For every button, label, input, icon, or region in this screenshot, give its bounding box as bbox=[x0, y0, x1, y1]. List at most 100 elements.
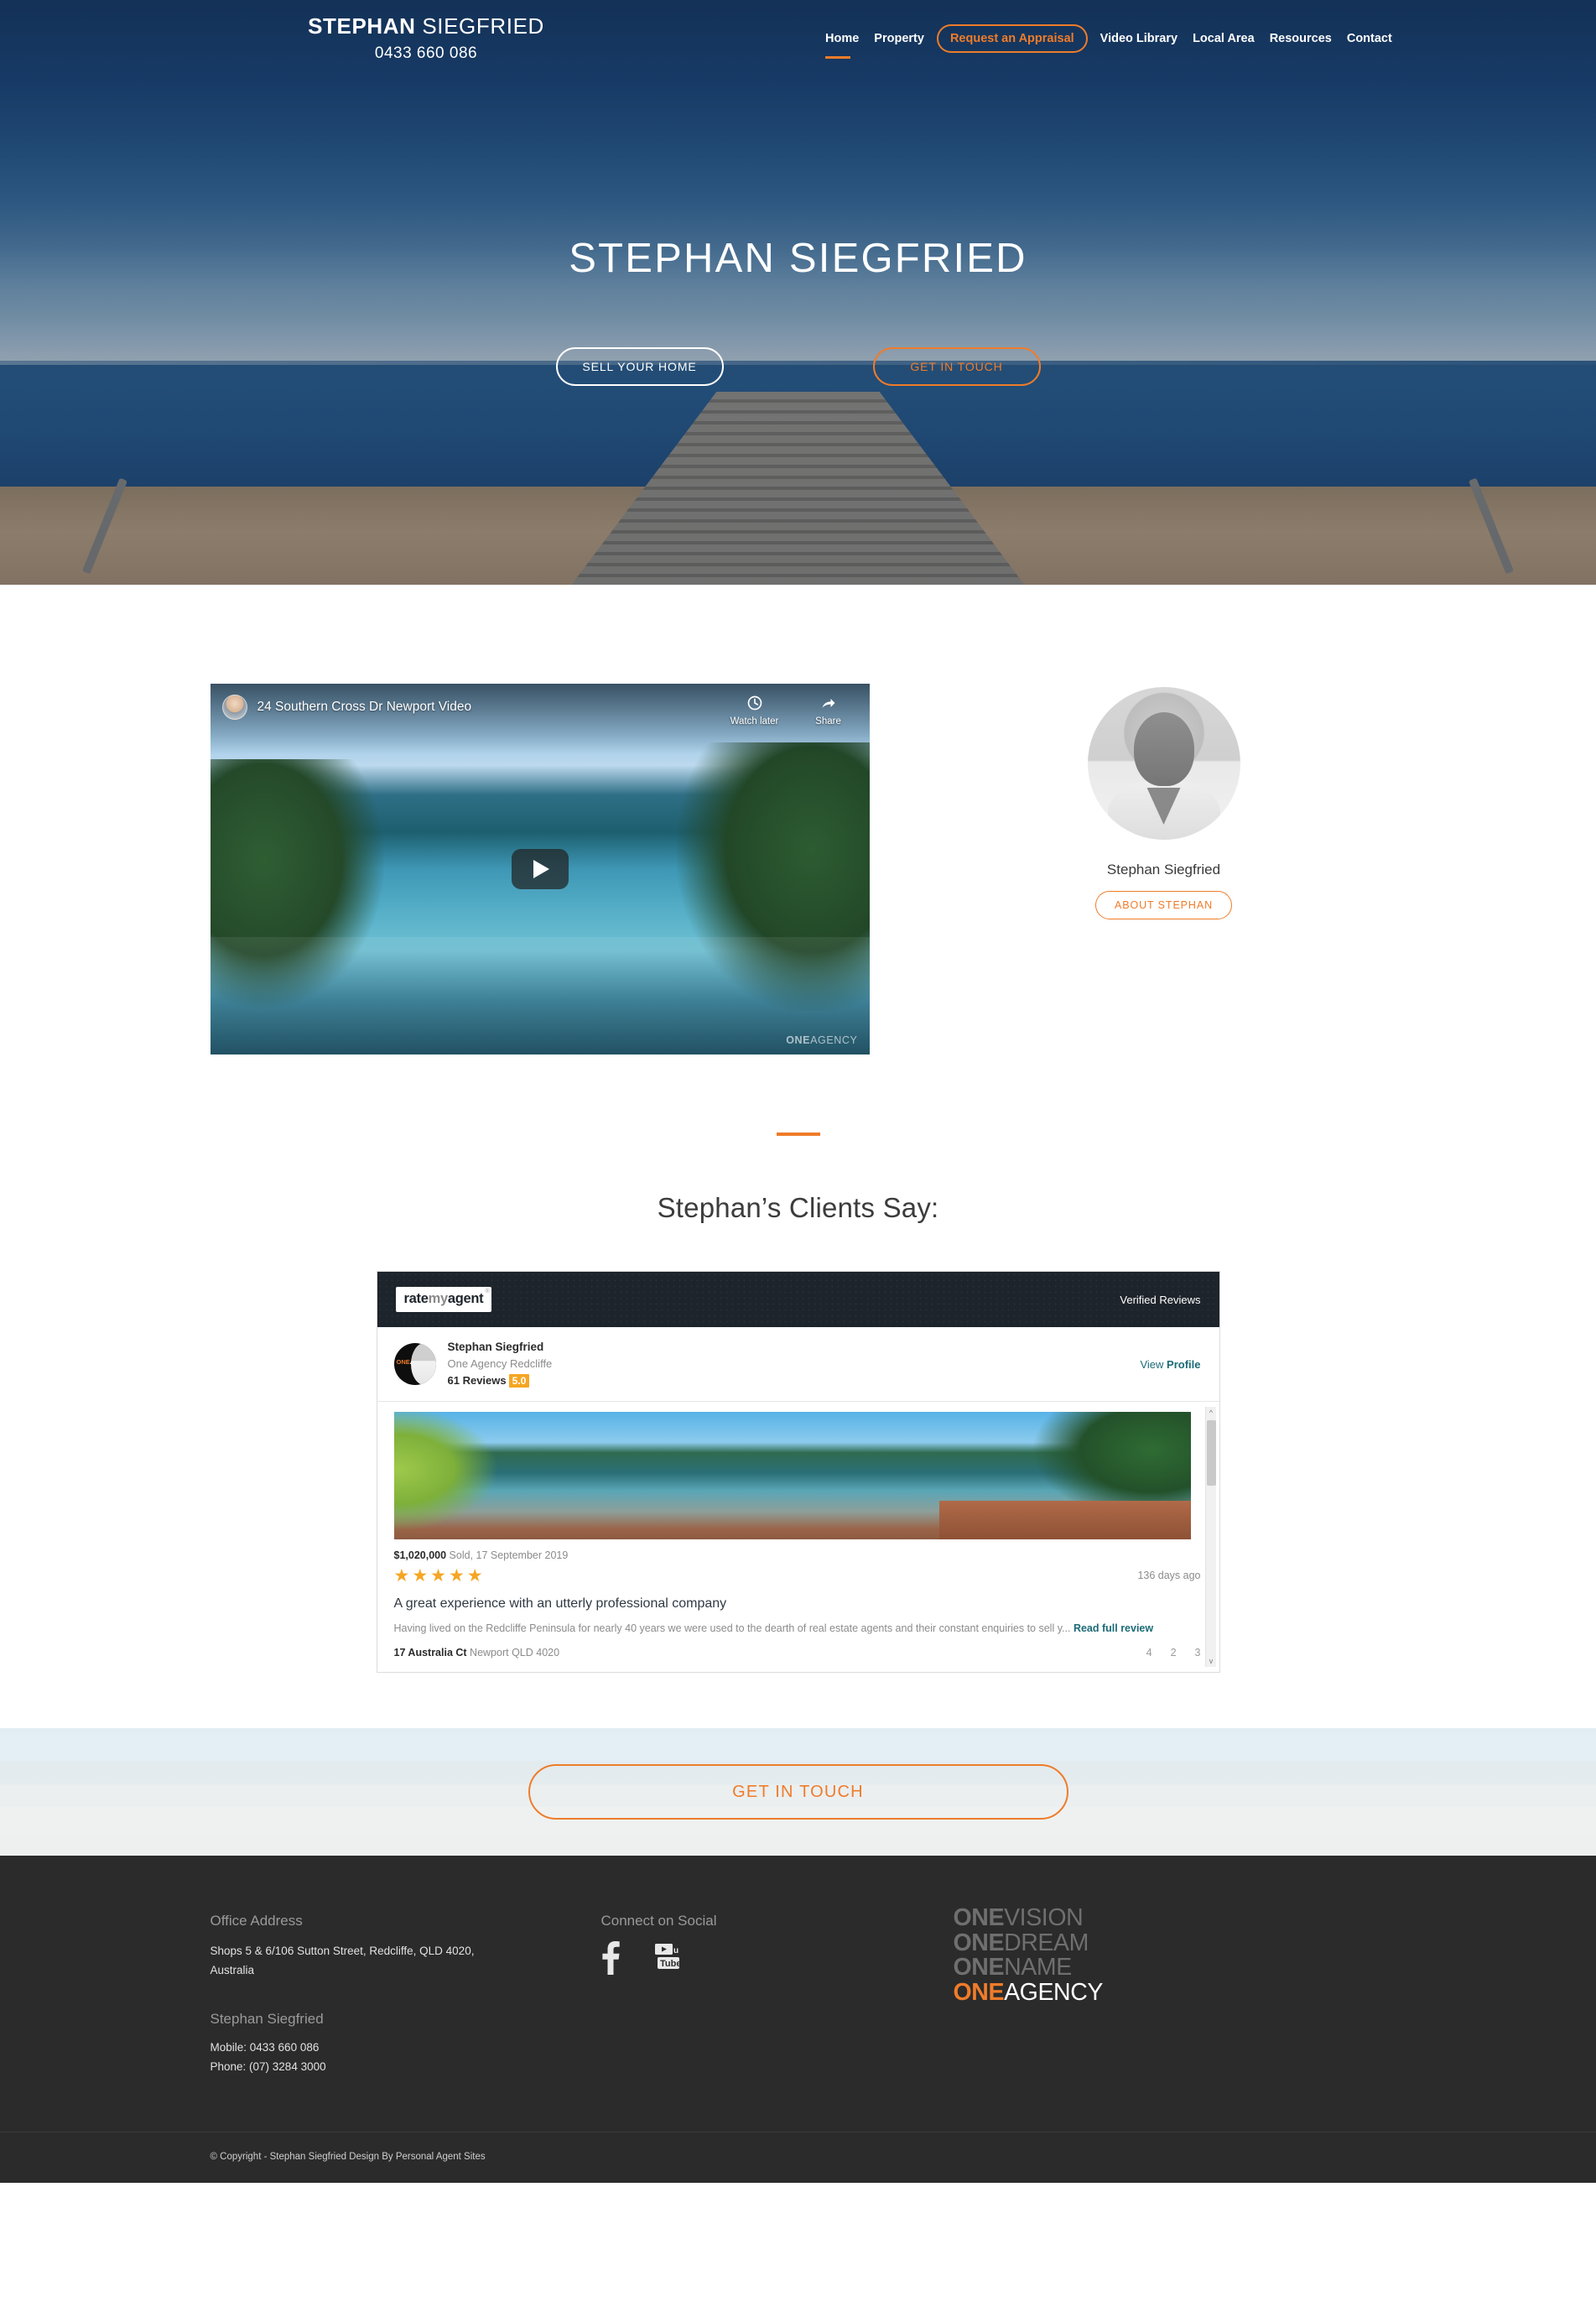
nav-item-resources[interactable]: Resources bbox=[1262, 30, 1339, 47]
cta-band: GET IN TOUCH bbox=[0, 1728, 1596, 1856]
scroll-down-arrow-icon[interactable]: v bbox=[1206, 1657, 1217, 1665]
video-actions: Watch later Share bbox=[730, 695, 856, 728]
ratemyagent-avatar: ONEAGEN bbox=[393, 1343, 436, 1386]
review-sold-date: Sold, 17 September 2019 bbox=[446, 1549, 569, 1561]
brand-logo[interactable]: STEPHAN SIEGFRIED 0433 660 086 bbox=[292, 15, 560, 63]
footer-logo-column: ONEVISION ONEDREAM ONENAME ONEAGENCY bbox=[954, 1905, 1373, 2076]
about-stephan-button[interactable]: ABOUT STEPHAN bbox=[1094, 891, 1233, 919]
nav-item-home[interactable]: Home bbox=[818, 30, 866, 59]
footer-phone[interactable]: Phone: (07) 3284 3000 bbox=[211, 2057, 601, 2076]
ratemyagent-logo[interactable]: ratemyagent ® bbox=[395, 1287, 492, 1312]
review-address-suburb: Newport QLD 4020 bbox=[466, 1647, 560, 1659]
play-triangle-icon bbox=[533, 860, 549, 878]
agent-name: Stephan Siegfried bbox=[1106, 862, 1221, 877]
video-header-bar: 24 Southern Cross Dr Newport Video Watch… bbox=[211, 684, 870, 747]
brand-last-name: SIEGFRIED bbox=[415, 13, 544, 39]
video-and-agent-section: 24 Southern Cross Dr Newport Video Watch… bbox=[0, 585, 1596, 1140]
logo-l1-one: ONE bbox=[953, 1904, 1005, 1932]
sell-your-home-button[interactable]: SELL YOUR HOME bbox=[555, 347, 724, 386]
logo-l4-word: AGENCY bbox=[1004, 1978, 1104, 2006]
logo-line-one-vision: ONEVISION bbox=[953, 1904, 1373, 1932]
scroll-up-arrow-icon[interactable]: ^ bbox=[1206, 1409, 1217, 1417]
youtube-icon: u Tube bbox=[654, 1944, 681, 1970]
review-scrollbar[interactable]: ^ v bbox=[1204, 1406, 1217, 1668]
cars-count: 3 bbox=[1194, 1647, 1201, 1659]
avatar-logo-one: ONE bbox=[396, 1358, 410, 1367]
nav-item-request-an-appraisal[interactable]: Request an Appraisal bbox=[936, 24, 1088, 53]
connect-on-social-heading: Connect on Social bbox=[600, 1913, 717, 1929]
share-label: Share bbox=[815, 716, 841, 726]
get-in-touch-hero-button[interactable]: GET IN TOUCH bbox=[872, 347, 1041, 386]
review-address-street: 17 Australia Ct bbox=[393, 1647, 467, 1659]
watch-later-action[interactable]: Watch later bbox=[730, 695, 779, 728]
nav-item-video-library[interactable]: Video Library bbox=[1093, 30, 1185, 47]
video-column: 24 Southern Cross Dr Newport Video Watch… bbox=[210, 684, 870, 1054]
property-photo-deck bbox=[938, 1500, 1191, 1539]
agent-portrait-head bbox=[1133, 712, 1194, 786]
logo-agent: agent bbox=[447, 1291, 484, 1306]
logo-l3-word: NAME bbox=[1004, 1954, 1072, 1981]
ratemyagent-agency-name: One Agency Redcliffe bbox=[447, 1356, 553, 1370]
youtube-player[interactable]: 24 Southern Cross Dr Newport Video Watch… bbox=[210, 684, 870, 1054]
site-footer: Office Address Shops 5 & 6/106 Sutton St… bbox=[0, 1856, 1596, 2183]
video-thumbnail-waterfront bbox=[210, 937, 870, 1054]
review-excerpt: Having lived on the Redcliffe Peninsula … bbox=[393, 1622, 1074, 1634]
video-play-button[interactable] bbox=[511, 849, 569, 889]
footer-mobile[interactable]: Mobile: 0433 660 086 bbox=[211, 2038, 601, 2057]
logo-my: my bbox=[428, 1291, 449, 1306]
brand-first-name: STEPHAN bbox=[308, 13, 416, 39]
hero-section: STEPHAN SIEGFRIED 0433 660 086 Home Prop… bbox=[0, 0, 1596, 585]
review-price-row: $1,020,000 Sold, 17 September 2019 bbox=[394, 1549, 1201, 1561]
brand-phone[interactable]: 0433 660 086 bbox=[292, 44, 560, 63]
read-full-review-link[interactable]: Read full review bbox=[1074, 1622, 1153, 1634]
logo-l2-word: DREAM bbox=[1004, 1929, 1089, 1956]
logo-l4-one: ONE bbox=[953, 1978, 1005, 2006]
nav-item-local-area[interactable]: Local Area bbox=[1185, 30, 1262, 47]
review-property-photo[interactable] bbox=[393, 1411, 1191, 1539]
ratemyagent-rating-badge: 5.0 bbox=[508, 1374, 530, 1388]
svg-text:u: u bbox=[673, 1946, 678, 1955]
testimonials-section: Stephan’s Clients Say: ratemyagent ® Veri… bbox=[0, 1140, 1596, 1729]
ratemyagent-agent-row: ONEAGEN Stephan Siegfried One Agency Red… bbox=[377, 1327, 1219, 1402]
review-excerpt-wrap: Having lived on the Redcliffe Peninsula … bbox=[394, 1620, 1174, 1637]
social-links: u Tube bbox=[601, 1941, 954, 1979]
video-watermark-one: ONE bbox=[786, 1034, 811, 1046]
get-in-touch-button[interactable]: GET IN TOUCH bbox=[528, 1764, 1068, 1820]
hero-title: STEPHAN SIEGFRIED bbox=[569, 236, 1027, 281]
video-title[interactable]: 24 Southern Cross Dr Newport Video bbox=[257, 695, 472, 720]
footer-main: Office Address Shops 5 & 6/106 Sutton St… bbox=[207, 1856, 1390, 2132]
nav-item-contact[interactable]: Contact bbox=[1339, 30, 1400, 47]
section-divider-wrap bbox=[0, 1054, 1596, 1140]
avatar-photo bbox=[410, 1343, 436, 1386]
youtube-link[interactable]: u Tube bbox=[654, 1941, 684, 1979]
logo-line-one-agency: ONEAGENCY bbox=[953, 1978, 1373, 2006]
nav-item-property[interactable]: Property bbox=[866, 30, 932, 47]
ratemyagent-review-count: 61 Reviews bbox=[447, 1374, 507, 1388]
logo-trademark: ® bbox=[485, 1289, 490, 1294]
one-agency-logo: ONEVISION ONEDREAM ONENAME ONEAGENCY bbox=[953, 1904, 1373, 2006]
agent-column: Stephan Siegfried ABOUT STEPHAN bbox=[938, 684, 1390, 919]
office-address-heading: Office Address bbox=[210, 1913, 303, 1929]
ratemyagent-widget: ratemyagent® Verified Reviews ONEAGEN St… bbox=[376, 1271, 1220, 1674]
office-address-text: Shops 5 & 6/106 Sutton Street, Redcliffe… bbox=[210, 1945, 475, 1977]
review-address-row: 17 Australia Ct Newport QLD 4020 4 2 3 bbox=[394, 1647, 1201, 1658]
scrollbar-thumb[interactable] bbox=[1206, 1419, 1216, 1486]
logo-line-one-name: ONENAME bbox=[954, 1955, 1373, 1981]
logo-line-one-dream: ONEDREAM bbox=[953, 1929, 1373, 1956]
beds-count: 4 bbox=[1146, 1647, 1152, 1659]
hero-buttons: SELL YOUR HOME GET IN TOUCH bbox=[0, 347, 1596, 386]
agent-portrait bbox=[1087, 687, 1240, 840]
main-navigation: Home Property Request an Appraisal Video… bbox=[818, 24, 1400, 59]
video-agent-row: 24 Southern Cross Dr Newport Video Watch… bbox=[207, 684, 1390, 1054]
ratemyagent-agent-info: Stephan Siegfried One Agency Redcliffe 6… bbox=[447, 1339, 553, 1390]
facebook-link[interactable] bbox=[601, 1941, 620, 1979]
watch-later-label: Watch later bbox=[730, 716, 779, 726]
ratemyagent-review-body: ^ v $1,020,000 Sold, 17 September 2019 ★… bbox=[377, 1402, 1219, 1672]
view-profile-link[interactable]: View Profile bbox=[1140, 1358, 1200, 1371]
share-action[interactable]: Share bbox=[804, 695, 853, 728]
review-star-rating: ★★★★★ bbox=[393, 1565, 486, 1586]
site-header: STEPHAN SIEGFRIED 0433 660 086 Home Prop… bbox=[0, 0, 1596, 77]
logo-l2-one: ONE bbox=[953, 1929, 1005, 1956]
footer-agent-heading: Stephan Siegfried bbox=[210, 2010, 324, 2027]
video-channel-avatar[interactable] bbox=[221, 695, 247, 720]
